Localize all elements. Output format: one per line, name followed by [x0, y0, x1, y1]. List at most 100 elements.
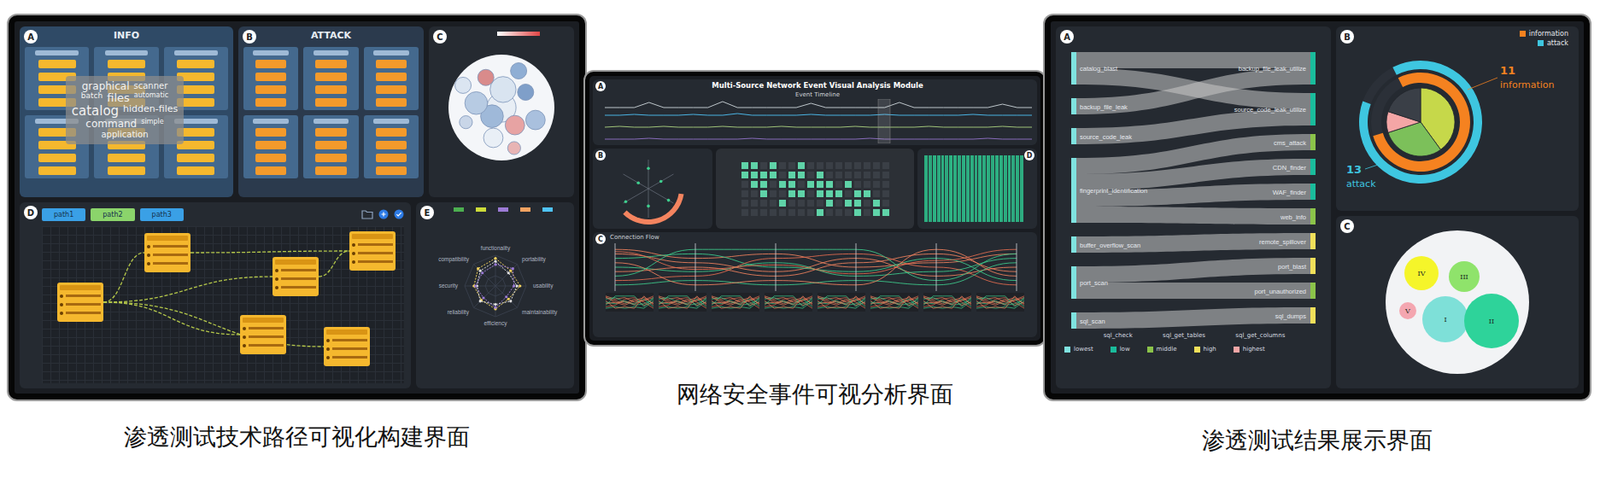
attack-card[interactable]: [243, 115, 299, 179]
matrix-cell[interactable]: [741, 209, 749, 217]
matrix-cell[interactable]: [816, 209, 824, 217]
matrix-cell[interactable]: [835, 181, 843, 188]
matrix-cell[interactable]: [760, 171, 768, 179]
sankey-band[interactable]: [1076, 307, 1311, 329]
matrix-cell[interactable]: [863, 181, 871, 188]
mini-chart[interactable]: [658, 293, 707, 312]
sankey-target[interactable]: [1310, 183, 1316, 200]
sankey-band[interactable]: [1076, 206, 1311, 225]
sankey-band[interactable]: [1076, 257, 1311, 283]
matrix-cell[interactable]: [854, 162, 862, 170]
bubble[interactable]: [459, 116, 473, 129]
matrix-cell[interactable]: [750, 171, 758, 179]
matrix-cell[interactable]: [741, 190, 749, 198]
matrix-cell[interactable]: [835, 190, 843, 198]
matrix-cell[interactable]: [788, 171, 796, 179]
matrix-cell[interactable]: [816, 181, 824, 188]
matrix-cell[interactable]: [779, 181, 786, 188]
matrix-cell[interactable]: [882, 162, 890, 170]
mini-chart[interactable]: [923, 293, 972, 312]
matrix-cell[interactable]: [741, 181, 749, 188]
matrix-cell[interactable]: [863, 199, 871, 207]
matrix-cell[interactable]: [807, 209, 815, 217]
matrix-cell[interactable]: [882, 199, 890, 207]
matrix-cell[interactable]: [741, 162, 749, 170]
matrix-cell[interactable]: [882, 181, 890, 188]
matrix-cell[interactable]: [826, 209, 833, 217]
matrix-cell[interactable]: [797, 209, 805, 217]
sankey-target[interactable]: [1310, 282, 1316, 299]
matrix-cell[interactable]: [797, 199, 805, 207]
attack-card[interactable]: [363, 46, 419, 111]
sankey-target[interactable]: [1310, 257, 1316, 275]
matrix-cell[interactable]: [816, 190, 824, 198]
sankey-band[interactable]: [1076, 183, 1311, 207]
bubble[interactable]: [504, 115, 525, 135]
sankey-target[interactable]: [1310, 134, 1316, 151]
sankey-source[interactable]: [1071, 128, 1077, 145]
sankey-source[interactable]: [1071, 52, 1077, 85]
matrix-cell[interactable]: [769, 190, 777, 198]
mini-chart[interactable]: [870, 293, 919, 312]
matrix-cell[interactable]: [835, 162, 843, 170]
matrix-cell[interactable]: [826, 171, 833, 179]
sankey-source[interactable]: [1071, 312, 1077, 329]
sankey-target[interactable]: [1310, 93, 1316, 126]
matrix-cell[interactable]: [750, 162, 758, 170]
path-tab[interactable]: path2: [90, 208, 135, 222]
matrix-cell[interactable]: [769, 209, 777, 217]
matrix-cell[interactable]: [844, 171, 852, 179]
matrix-cell[interactable]: [873, 190, 880, 198]
matrix-cell[interactable]: [741, 171, 749, 179]
sunburst-slice[interactable]: [1388, 87, 1421, 123]
matrix-cell[interactable]: [779, 162, 786, 170]
radial-point[interactable]: [636, 181, 640, 185]
attack-card[interactable]: [243, 46, 299, 111]
matrix-cell[interactable]: [788, 199, 796, 207]
radial-point[interactable]: [646, 205, 651, 209]
matrix-cell[interactable]: [807, 181, 815, 188]
matrix-cell[interactable]: [873, 199, 880, 207]
radial-point[interactable]: [659, 180, 663, 184]
matrix-cell[interactable]: [816, 162, 824, 170]
matrix-cell[interactable]: [854, 199, 862, 207]
matrix-cell[interactable]: [873, 181, 880, 188]
matrix-cell[interactable]: [788, 181, 796, 188]
sankey-band[interactable]: [1076, 68, 1311, 115]
mini-chart[interactable]: [711, 293, 760, 312]
matrix-cell[interactable]: [788, 209, 796, 217]
check-icon[interactable]: [393, 209, 405, 220]
sunburst-ring[interactable]: [1372, 72, 1471, 172]
matrix-cell[interactable]: [854, 209, 862, 217]
matrix-cell[interactable]: [807, 171, 815, 179]
path-tab[interactable]: path3: [140, 208, 184, 222]
matrix-cell[interactable]: [816, 171, 824, 179]
matrix-cell[interactable]: [835, 209, 843, 217]
sankey-source[interactable]: [1071, 98, 1077, 115]
matrix-cell[interactable]: [844, 199, 852, 207]
matrix-cell[interactable]: [807, 190, 815, 198]
matrix-cell[interactable]: [788, 190, 796, 198]
folder-icon[interactable]: [361, 209, 374, 220]
sankey-source[interactable]: [1071, 236, 1077, 253]
matrix-cell[interactable]: [769, 162, 777, 170]
matrix-cell[interactable]: [844, 190, 852, 198]
matrix-cell[interactable]: [769, 181, 777, 188]
bubble[interactable]: [507, 141, 521, 155]
sankey-target[interactable]: [1310, 307, 1316, 324]
bubble[interactable]: [464, 91, 488, 115]
matrix-cell[interactable]: [779, 199, 786, 207]
sunburst-ring[interactable]: [1359, 60, 1483, 184]
path-node[interactable]: [272, 257, 319, 297]
matrix-cell[interactable]: [854, 181, 862, 188]
matrix-cell[interactable]: [807, 199, 815, 207]
matrix-cell[interactable]: [882, 209, 890, 217]
matrix-cell[interactable]: [779, 209, 786, 217]
matrix-cell[interactable]: [807, 162, 815, 170]
matrix-cell[interactable]: [797, 190, 805, 198]
matrix-cell[interactable]: [863, 190, 871, 198]
mini-chart[interactable]: [817, 293, 866, 312]
matrix-cell[interactable]: [873, 162, 880, 170]
bubble[interactable]: [510, 63, 528, 80]
matrix-cell[interactable]: [750, 199, 758, 207]
